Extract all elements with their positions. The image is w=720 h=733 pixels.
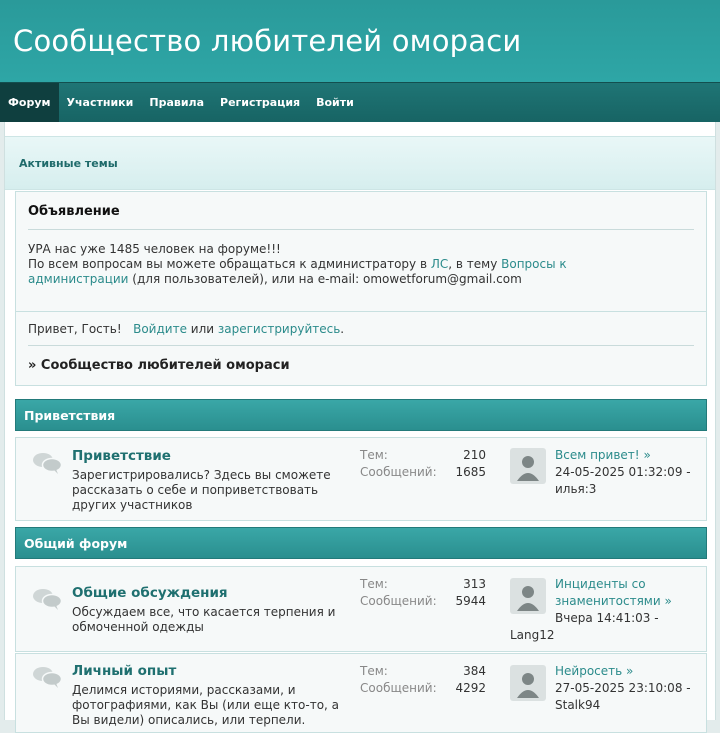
active-topics-bar: Активные темы	[5, 136, 715, 190]
last-post: Инциденты со знаменитостями » Вчера 14:4…	[510, 577, 672, 642]
forum-stats: Тем: 313 Сообщений: 5944	[360, 577, 486, 608]
category-header[interactable]: Приветствия	[15, 399, 707, 431]
speech-bubbles-icon	[33, 667, 62, 688]
register-link[interactable]: зарегистрируйтесь	[218, 322, 340, 336]
forum-title[interactable]: Приветствие	[72, 448, 171, 464]
breadcrumb[interactable]: » Сообщество любителей омораси	[28, 358, 694, 373]
content-area: Активные темы Объявление УРА нас уже 148…	[4, 122, 716, 733]
forum-description: Делимся историями, рассказами, и фотогра…	[72, 683, 340, 727]
announcement-title: Объявление	[28, 204, 120, 219]
main-nav: Форум Участники Правила Регистрация Войт…	[0, 82, 720, 122]
nav-login[interactable]: Войти	[308, 83, 362, 122]
nav-rules[interactable]: Правила	[141, 83, 212, 122]
last-post: Всем привет! » 24-05-2025 01:32:09 - иль…	[555, 448, 691, 496]
announcement-text: УРА нас уже 1485 человек на форуме!!! По…	[28, 242, 567, 286]
divider	[28, 345, 694, 346]
category-header[interactable]: Общий форум	[15, 527, 707, 559]
welcome-text: Привет, Гость! Войдите или зарегистрируй…	[28, 322, 345, 336]
forum-title[interactable]: Личный опыт	[72, 663, 176, 679]
forum-title[interactable]: Общие обсуждения	[72, 585, 228, 601]
forum-row: Приветствие Зарегистрировались? Здесь вы…	[15, 437, 707, 521]
announcement-box: Объявление УРА нас уже 1485 человек на ф…	[15, 191, 707, 316]
welcome-box: Привет, Гость! Войдите или зарегистрируй…	[15, 311, 707, 386]
speech-bubbles-icon	[33, 453, 62, 474]
speech-bubbles-icon	[33, 589, 62, 610]
nav-forum[interactable]: Форум	[0, 83, 59, 122]
nav-register[interactable]: Регистрация	[212, 83, 308, 122]
divider	[28, 229, 694, 230]
double-chevron-right-icon[interactable]: »	[643, 448, 650, 462]
last-post-link[interactable]: Инциденты со	[555, 577, 646, 591]
double-chevron-right-icon[interactable]: »	[664, 594, 671, 608]
forum-description: Обсуждаем все, что касается терпения и о…	[72, 605, 336, 634]
forum-row: Общие обсуждения Обсуждаем все, что каса…	[15, 566, 707, 652]
last-post: Нейросеть » 27-05-2025 23:10:08 - Stalk9…	[555, 664, 691, 712]
forum-row: Личный опыт Делимся историями, рассказам…	[15, 653, 707, 733]
pm-link[interactable]: ЛС	[431, 257, 448, 271]
active-topics-link[interactable]: Активные темы	[19, 157, 118, 170]
forum-stats: Тем: 210 Сообщений: 1685	[360, 448, 486, 479]
nav-members[interactable]: Участники	[59, 83, 142, 122]
last-post-link[interactable]: Нейросеть	[555, 664, 622, 678]
site-title[interactable]: Сообщество любителей омораси	[13, 24, 521, 58]
forum-stats: Тем: 384 Сообщений: 4292	[360, 664, 486, 695]
last-post-link[interactable]: Всем привет!	[555, 448, 640, 462]
login-link[interactable]: Войдите	[133, 322, 187, 336]
forum-description: Зарегистрировались? Здесь вы сможете рас…	[72, 468, 331, 512]
site-header: Сообщество любителей омораси	[0, 0, 720, 82]
double-chevron-right-icon[interactable]: »	[626, 664, 633, 678]
